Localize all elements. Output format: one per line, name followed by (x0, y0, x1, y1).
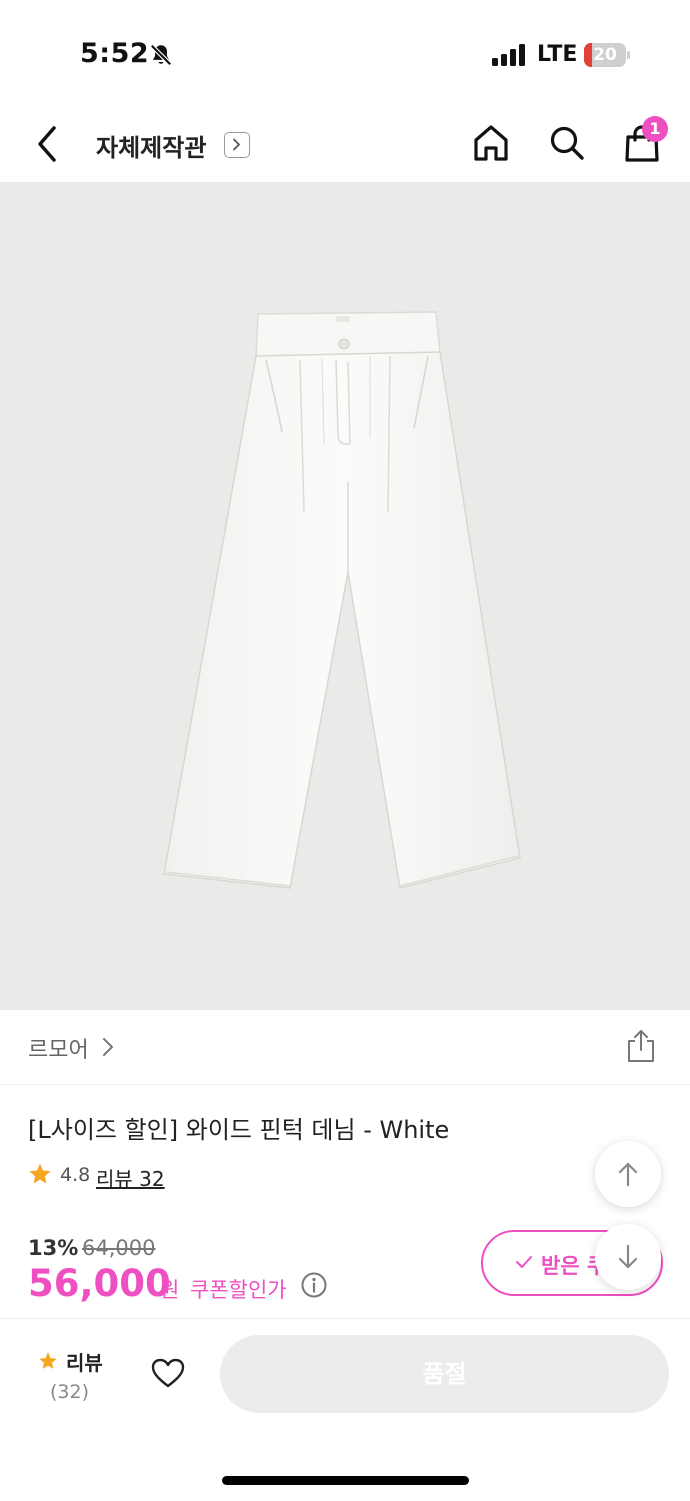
review-count: (32) (50, 1381, 90, 1403)
cart-count-badge: 1 (642, 116, 668, 142)
currency-unit: 원 (160, 1278, 180, 1302)
home-indicator (222, 1476, 469, 1485)
original-price: 64,000 (82, 1236, 156, 1260)
pants-illustration (163, 311, 521, 889)
bottom-action-bar: 리뷰 (32) 품절 (0, 1318, 690, 1501)
sale-price: 56,000 (28, 1262, 171, 1305)
search-icon[interactable] (546, 122, 588, 164)
star-icon (29, 1163, 51, 1184)
bell-off-icon (150, 44, 172, 66)
coupon-price-label: 쿠폰할인가 (190, 1278, 287, 1302)
arrow-up-icon (618, 1162, 638, 1187)
rating-value: 4.8 (60, 1164, 91, 1186)
share-icon[interactable] (624, 1028, 658, 1064)
product-image[interactable] (0, 182, 690, 1010)
battery-icon: 20 (584, 43, 630, 67)
scroll-top-button[interactable] (595, 1141, 661, 1207)
heart-icon[interactable] (150, 1357, 186, 1389)
home-icon[interactable] (470, 122, 512, 164)
review-label: 리뷰 (66, 1351, 103, 1375)
discount-rate: 13% (28, 1236, 79, 1260)
signal-icon (492, 44, 525, 66)
star-icon (39, 1352, 57, 1369)
arrow-down-icon (618, 1244, 638, 1269)
review-link[interactable]: 리뷰 32 (96, 1163, 165, 1192)
info-icon[interactable] (300, 1271, 328, 1299)
brand-row[interactable]: 르모어 (0, 1010, 690, 1085)
sold-out-button[interactable]: 품절 (220, 1335, 669, 1413)
chevron-right-icon[interactable] (224, 132, 250, 158)
battery-percent: 20 (593, 45, 617, 65)
brand-name[interactable]: 르모어 (28, 1032, 89, 1064)
scroll-bottom-button[interactable] (595, 1224, 661, 1290)
status-bar: 5:52 LTE 20 (0, 0, 690, 110)
top-nav: 자체제작관 (0, 110, 690, 182)
chevron-right-icon[interactable] (100, 1036, 116, 1058)
network-type: LTE (537, 42, 578, 67)
sold-out-label: 품절 (422, 1361, 467, 1388)
check-icon (516, 1256, 532, 1268)
product-title: [L사이즈 할인] 와이드 핀턱 데님 - White (28, 1116, 450, 1144)
status-time: 5:52 (80, 38, 150, 69)
back-arrow-icon[interactable] (30, 124, 64, 164)
page-title[interactable]: 자체제작관 (96, 128, 206, 163)
